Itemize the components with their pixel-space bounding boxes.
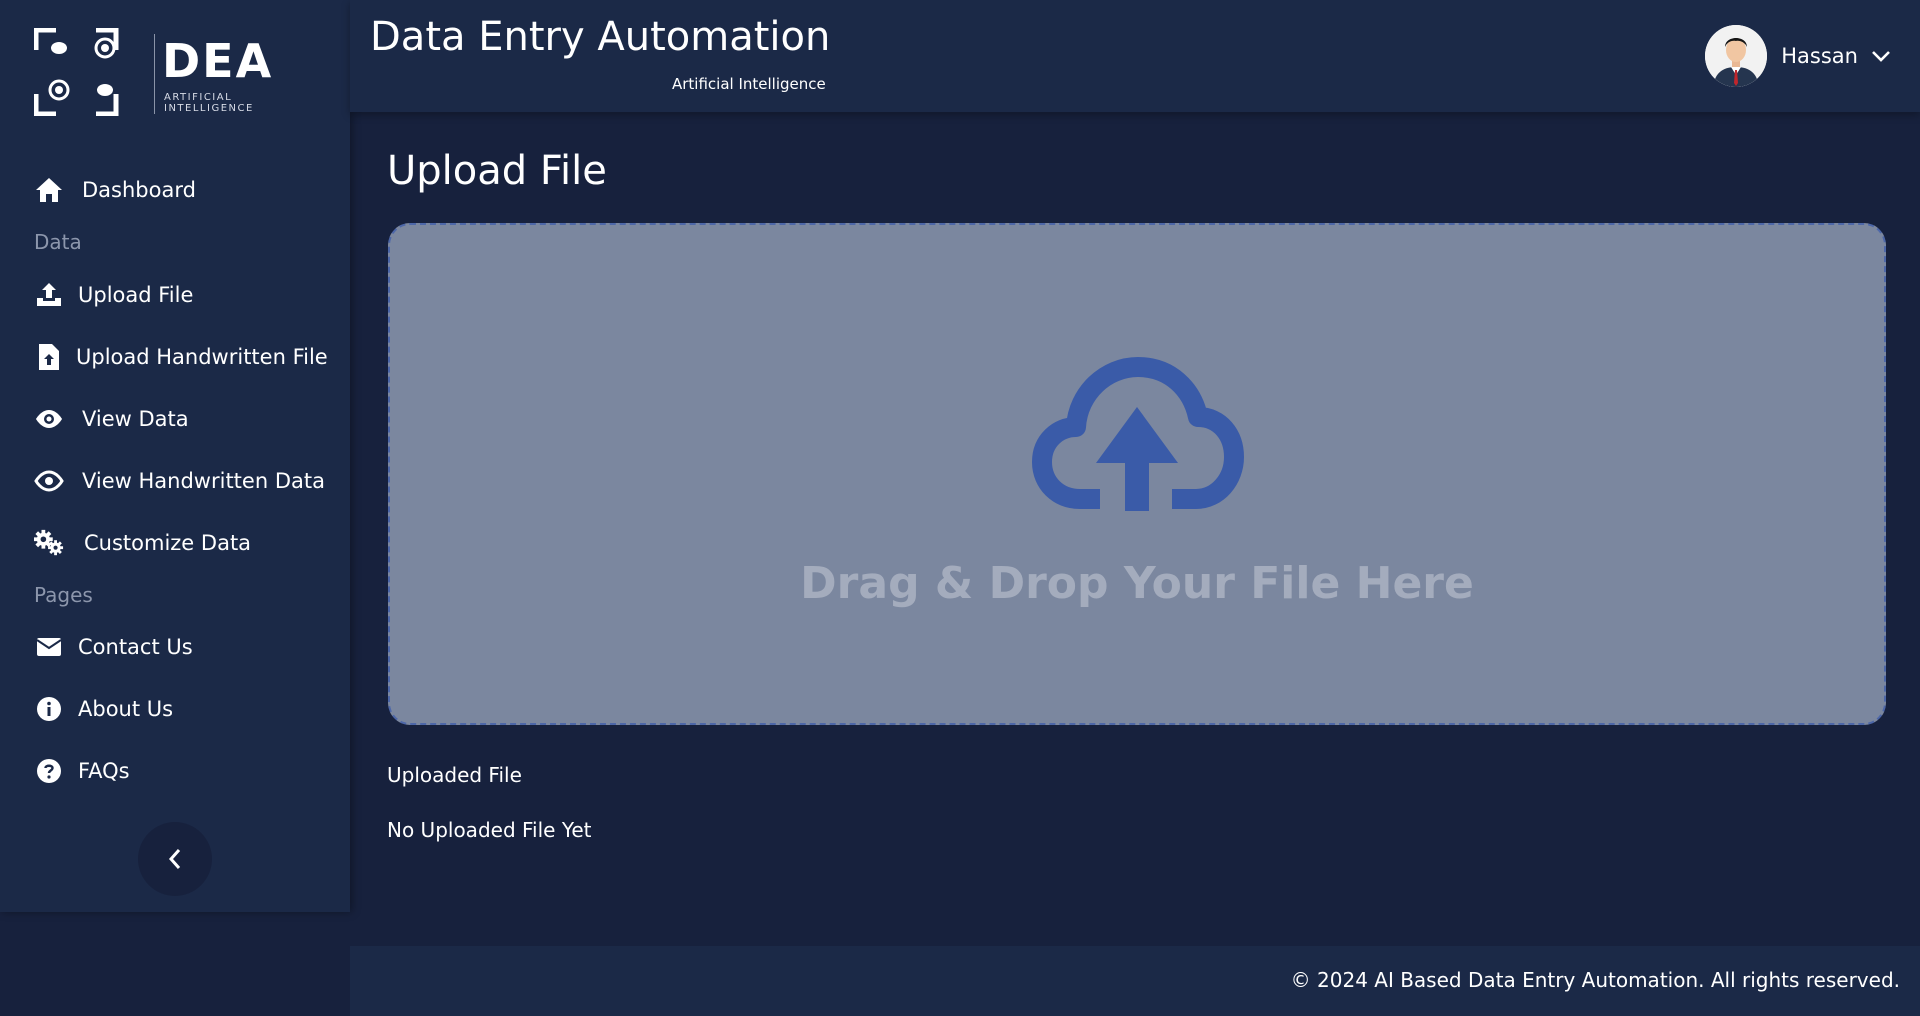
chevron-down-icon[interactable] [1870,45,1892,67]
upload-icon [34,280,64,310]
logo-divider [154,34,155,114]
file-dropzone[interactable]: Drag & Drop Your File Here [388,223,1886,725]
sidebar-item-contact-us[interactable]: Contact Us [34,627,334,667]
sidebar-item-label: Dashboard [82,178,196,202]
sidebar-item-faqs[interactable]: FAQs [34,751,334,791]
page-title: Upload File [387,148,607,194]
section-label-pages: Pages [34,583,93,607]
sidebar-item-label: About Us [78,697,174,721]
dropzone-text: Drag & Drop Your File Here [800,558,1474,609]
sidebar-item-customize-data[interactable]: Customize Data [34,523,334,563]
sidebar-item-view-handwritten-data[interactable]: View Handwritten Data [34,461,334,501]
top-header: Data Entry Automation Artificial Intelli… [350,0,1920,112]
app-subtitle: Artificial Intelligence [672,75,826,93]
sidebar-item-about-us[interactable]: About Us [34,689,334,729]
envelope-icon [34,632,64,662]
eye-outline-icon [34,466,64,496]
sidebar-item-label: View Handwritten Data [82,469,325,493]
logo[interactable]: DEA ARTIFICIAL INTELLIGENCE [34,28,324,120]
sidebar-item-label: Upload Handwritten File [76,345,328,369]
gears-icon [34,528,64,558]
eye-icon [34,404,64,434]
logo-mark-icon [34,28,119,116]
sidebar-item-label: Upload File [78,283,194,307]
question-circle-icon [34,756,64,786]
chevron-left-icon [168,849,181,869]
logo-subtext: ARTIFICIAL INTELLIGENCE [164,92,254,114]
footer: © 2024 AI Based Data Entry Automation. A… [350,946,1920,1016]
footer-copyright: © 2024 AI Based Data Entry Automation. A… [1290,968,1900,992]
sidebar-collapse-button[interactable] [138,822,212,896]
user-avatar[interactable] [1705,25,1768,87]
section-label-data: Data [34,230,82,254]
sidebar: DEA ARTIFICIAL INTELLIGENCE Dashboard Da… [0,0,350,912]
sidebar-item-upload-file[interactable]: Upload File [34,275,334,315]
uploaded-file-empty-message: No Uploaded File Yet [387,818,592,842]
sidebar-item-label: FAQs [78,759,130,783]
logo-text: DEA [162,34,274,88]
sidebar-item-view-data[interactable]: View Data [34,399,334,439]
info-circle-icon [34,694,64,724]
file-upload-icon [34,342,64,372]
sidebar-item-dashboard[interactable]: Dashboard [34,170,334,210]
app-title: Data Entry Automation [370,14,831,60]
sidebar-item-label: View Data [82,407,189,431]
uploaded-file-label: Uploaded File [387,763,522,787]
sidebar-item-upload-handwritten-file[interactable]: Upload Handwritten File [34,337,334,377]
cloud-upload-icon [1032,357,1244,511]
user-name: Hassan [1781,44,1858,68]
home-icon [34,175,64,205]
sidebar-item-label: Customize Data [84,531,252,555]
sidebar-item-label: Contact Us [78,635,193,659]
user-menu[interactable]: Hassan [1705,24,1892,88]
